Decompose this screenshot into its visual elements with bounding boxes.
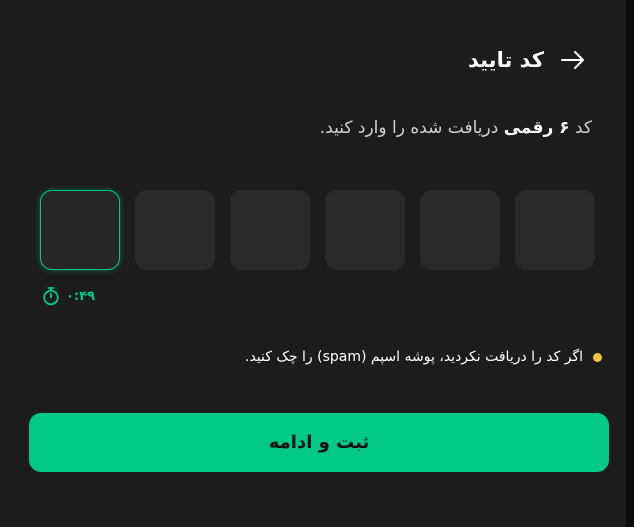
otp-digit-2[interactable] (420, 190, 500, 270)
otp-digit-3[interactable] (325, 190, 405, 270)
otp-verification-card: کد تایید کد ۶ رقمی دریافت شده را وارد کن… (0, 0, 630, 527)
otp-digit-4[interactable] (230, 190, 310, 270)
header: کد تایید (468, 42, 588, 78)
instruction-digits: ۶ رقمی (503, 118, 570, 138)
spam-notice: اگر کد را دریافت نکردید، پوشه اسپم (spam… (245, 349, 602, 365)
page-title: کد تایید (467, 48, 544, 72)
countdown-timer: ۰:۴۹ (42, 286, 95, 306)
instruction-prefix: کد (574, 118, 592, 138)
arrow-right-icon (561, 51, 584, 69)
otp-digit-5[interactable] (135, 190, 215, 270)
submit-label: ثبت و ادامه (268, 432, 370, 453)
otp-digit-1[interactable] (515, 190, 595, 270)
notice-text: اگر کد را دریافت نکردید، پوشه اسپم (spam… (245, 349, 583, 365)
otp-input-group (40, 190, 596, 270)
stopwatch-icon (43, 287, 59, 306)
back-button[interactable] (558, 45, 588, 75)
timer-value: ۰:۴۹ (66, 288, 96, 304)
submit-button[interactable]: ثبت و ادامه (29, 413, 609, 472)
instruction-suffix: دریافت شده را وارد کنید. (319, 118, 499, 138)
otp-digit-6[interactable] (40, 190, 120, 270)
instruction-text: کد ۶ رقمی دریافت شده را وارد کنید. (320, 118, 592, 138)
notice-dot-icon (593, 352, 602, 362)
